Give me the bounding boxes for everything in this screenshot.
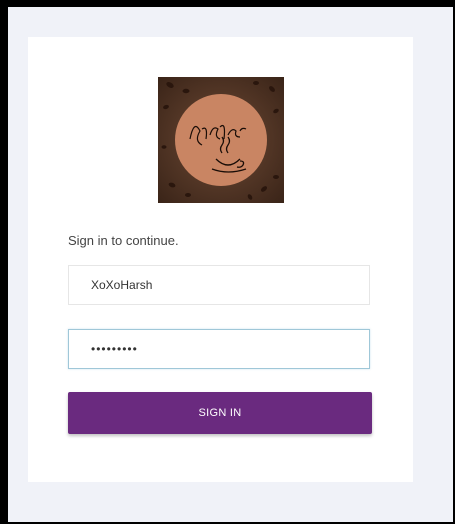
- login-card: Sign in to continue. SIGN IN: [28, 37, 413, 482]
- coffee-logo: [158, 77, 284, 203]
- password-input[interactable]: [68, 329, 370, 369]
- username-input[interactable]: [68, 265, 370, 305]
- page-background: Sign in to continue. SIGN IN: [8, 7, 453, 522]
- signin-subtitle: Sign in to continue.: [68, 233, 179, 248]
- sign-in-button[interactable]: SIGN IN: [68, 392, 372, 434]
